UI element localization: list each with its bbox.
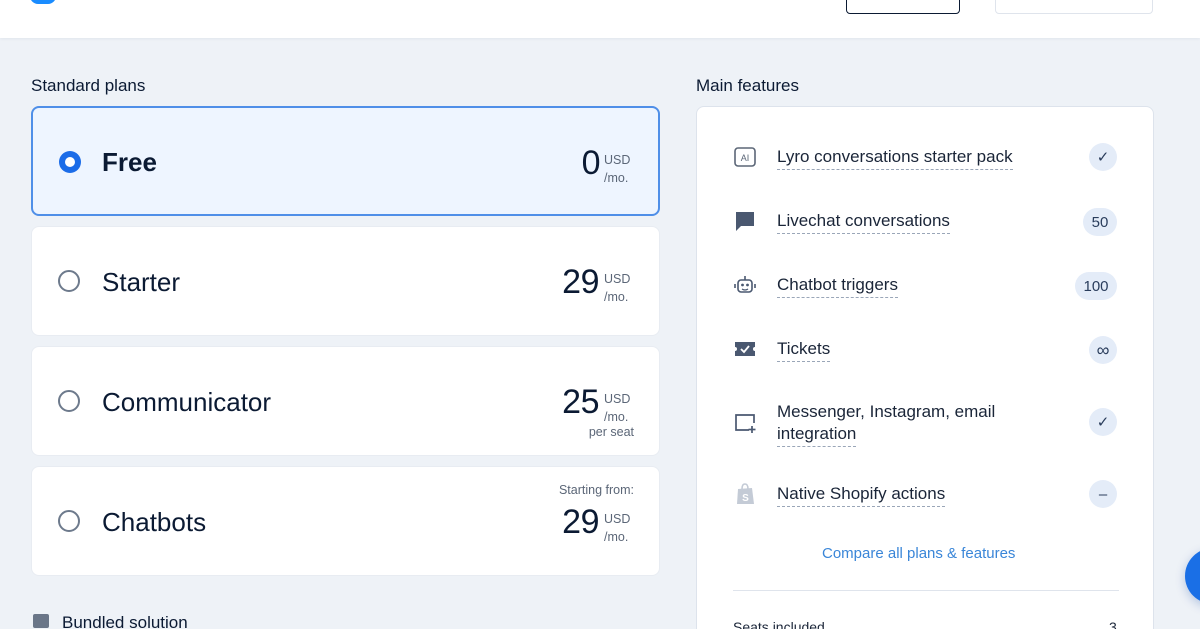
plan-card-free[interactable]: Free 0 USD /mo.: [31, 106, 660, 216]
feature-label-text: Lyro conversations starter pack: [777, 147, 1013, 170]
svg-text:S: S: [742, 493, 749, 504]
plan-name: Free: [102, 147, 157, 177]
feature-label-text: Chatbot triggers: [777, 275, 898, 298]
feature-label-line1: Messenger, Instagram, email: [777, 402, 996, 421]
standard-plans-title: Standard plans: [31, 76, 146, 95]
main-features-title: Main features: [696, 76, 799, 95]
feature-unavailable-badge: –: [1089, 480, 1117, 508]
chat-icon: [736, 212, 754, 231]
plan-radio-starter[interactable]: [58, 270, 80, 292]
billing-period: /mo.: [604, 410, 629, 424]
bot-icon: [734, 276, 756, 293]
currency-code: USD: [604, 272, 631, 286]
plan-radio-chatbots[interactable]: [58, 510, 80, 532]
plan-name: Communicator: [102, 387, 272, 417]
feature-label[interactable]: Lyro conversations starter pack: [777, 146, 1013, 170]
currency-code: USD: [604, 512, 631, 526]
integration-icon: [735, 414, 756, 433]
svg-text:AI: AI: [741, 153, 750, 163]
seats-included-label: Seats included: [733, 619, 825, 629]
top-secondary-button[interactable]: [995, 0, 1153, 14]
bundled-solution-label: Bundled solution: [62, 613, 188, 629]
ticket-icon: [735, 342, 755, 356]
currency-code: USD: [604, 392, 631, 406]
feature-check-badge: ✓: [1089, 408, 1117, 436]
feature-count-badge: 100: [1075, 272, 1117, 300]
seats-included-value: 3: [1109, 619, 1117, 629]
starting-from-note: Starting from:: [558, 483, 634, 497]
plan-radio-free[interactable]: [59, 151, 81, 173]
top-navigation-bar: [0, 0, 1200, 38]
billing-period: /mo.: [604, 171, 629, 185]
billing-period: /mo.: [604, 290, 629, 304]
currency-code: USD: [604, 153, 631, 167]
plan-currency: USD /mo.: [604, 151, 630, 187]
plan-price: 29: [562, 263, 599, 301]
plan-price: 0: [581, 144, 601, 182]
plan-card-communicator[interactable]: Communicator 25 USD /mo. per seat: [31, 346, 660, 456]
feature-label[interactable]: Chatbot triggers: [777, 274, 898, 298]
plan-radio-communicator[interactable]: [58, 390, 80, 412]
feature-label[interactable]: Native Shopify actions: [777, 483, 946, 507]
top-outline-button[interactable]: [846, 0, 960, 14]
feature-label[interactable]: Livechat conversations: [777, 210, 950, 234]
plan-currency: USD /mo.: [604, 510, 630, 546]
plan-currency: USD /mo.: [604, 270, 630, 306]
feature-label-text: Tickets: [777, 339, 831, 362]
feature-label[interactable]: Tickets: [777, 338, 831, 362]
plan-name: Starter: [102, 267, 181, 297]
billing-period: /mo.: [604, 530, 629, 544]
feature-unlimited-badge: ∞: [1089, 336, 1117, 364]
per-seat-note: per seat: [588, 425, 634, 439]
plan-name: Chatbots: [102, 507, 207, 537]
divider: [733, 590, 1119, 591]
ai-icon: AI: [734, 147, 756, 167]
feature-label[interactable]: Messenger, Instagram, email integration: [777, 401, 996, 447]
chat-widget-button[interactable]: [1185, 548, 1200, 604]
plan-price: 25: [562, 383, 599, 421]
compare-plans-link[interactable]: Compare all plans & features: [822, 545, 1015, 562]
bundled-solution-toggle[interactable]: Bundled solution: [31, 610, 660, 629]
feature-count-badge: 50: [1083, 208, 1117, 236]
plan-card-starter[interactable]: Starter 29 USD /mo.: [31, 226, 660, 336]
plan-price: 29: [562, 503, 599, 541]
feature-label-text: Native Shopify actions: [777, 484, 946, 507]
plan-card-chatbots[interactable]: Starting from: Chatbots 29 USD /mo.: [31, 466, 660, 576]
plan-currency: USD /mo.: [604, 390, 630, 426]
bundle-icon: [33, 614, 49, 628]
feature-label-line2: integration: [777, 424, 857, 447]
feature-check-badge: ✓: [1089, 143, 1117, 171]
shopify-icon: S: [737, 483, 754, 504]
feature-label-text: Livechat conversations: [777, 211, 950, 234]
main-features-panel: AI Lyro conversations starter pack ✓ Liv…: [696, 106, 1154, 629]
logo-icon[interactable]: [30, 0, 56, 4]
